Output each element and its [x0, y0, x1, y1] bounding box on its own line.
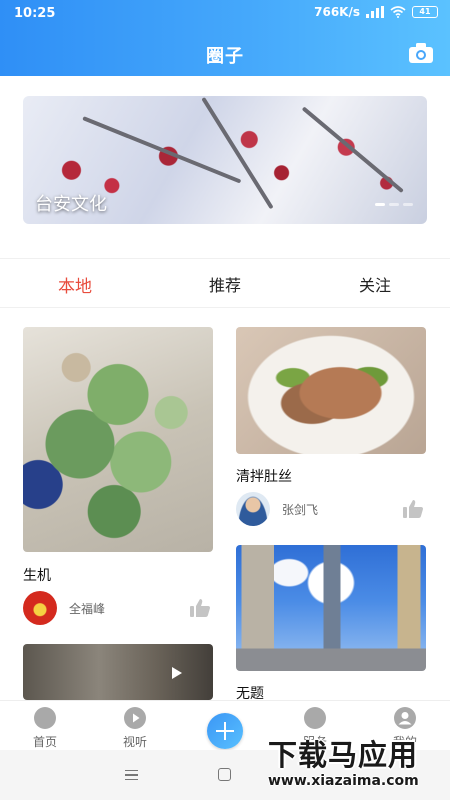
wifi-icon — [390, 6, 406, 18]
avatar — [236, 492, 270, 526]
banner-branch — [201, 96, 274, 210]
divider — [0, 258, 450, 259]
banner-branch — [301, 106, 404, 194]
watermark-text: 下载马应用 — [268, 738, 419, 772]
banner-carousel[interactable]: 台安文化 — [23, 96, 427, 224]
watermark: 下载马应用 www.xiazaima.com — [268, 738, 448, 798]
home-button-icon[interactable] — [218, 768, 231, 781]
nav-home[interactable]: 首页 — [0, 701, 90, 750]
carousel-dot — [389, 203, 399, 206]
page-title: 圈子 — [206, 46, 244, 67]
nav-label: 首页 — [32, 735, 57, 749]
banner-caption: 台安文化 — [35, 194, 107, 215]
header-bar: 10:25 766K/s 41 圈子 — [0, 0, 450, 76]
thumbs-up-icon[interactable] — [402, 499, 424, 519]
play-icon[interactable] — [169, 666, 183, 680]
feed-tabs: 本地 推荐 关注 — [0, 262, 450, 306]
feed-card[interactable] — [23, 644, 213, 700]
battery-indicator: 41 — [412, 6, 438, 18]
card-image — [236, 327, 426, 454]
author-name: 张剑飞 — [282, 502, 319, 517]
menu-icon[interactable] — [125, 770, 138, 780]
status-indicators: 766K/s 41 — [314, 5, 438, 19]
carousel-indicator — [375, 203, 413, 206]
user-icon — [394, 707, 416, 729]
thumbs-up-icon[interactable] — [189, 598, 211, 618]
status-time: 10:25 — [14, 6, 56, 21]
card-image — [23, 644, 213, 700]
card-image — [236, 545, 426, 671]
carousel-dot — [403, 203, 413, 206]
watermark-url: www.xiazaima.com — [268, 773, 419, 789]
home-icon — [34, 707, 56, 729]
feed-card[interactable]: 生机 全福峰 — [23, 327, 213, 625]
feed-card[interactable]: 清拌肚丝 张剑飞 — [236, 327, 426, 526]
network-speed: 766K/s — [314, 5, 360, 19]
card-image — [23, 327, 213, 552]
card-title: 清拌肚丝 — [236, 469, 292, 485]
nav-label: 视听 — [122, 735, 147, 749]
tab-recommended[interactable]: 推荐 — [150, 262, 300, 306]
carousel-dot — [375, 203, 385, 206]
tab-following[interactable]: 关注 — [300, 262, 450, 306]
camera-icon[interactable] — [408, 42, 434, 64]
nav-add[interactable] — [180, 701, 270, 750]
signal-icon — [366, 6, 384, 18]
app-screen: 10:25 766K/s 41 圈子 台安文化 本地 推荐 关注 生机 全福峰 … — [0, 0, 450, 800]
tab-local[interactable]: 本地 — [0, 262, 150, 306]
card-author[interactable]: 全福峰 — [23, 591, 105, 625]
avatar — [23, 591, 57, 625]
card-title: 生机 — [23, 568, 51, 584]
feed-card[interactable]: 无题 — [236, 545, 426, 702]
add-icon[interactable] — [207, 713, 243, 749]
author-name: 全福峰 — [69, 601, 106, 616]
play-circle-icon — [124, 707, 146, 729]
nav-media[interactable]: 视听 — [90, 701, 180, 750]
divider — [0, 307, 450, 308]
handshake-icon — [304, 707, 326, 729]
card-author[interactable]: 张剑飞 — [236, 492, 318, 526]
